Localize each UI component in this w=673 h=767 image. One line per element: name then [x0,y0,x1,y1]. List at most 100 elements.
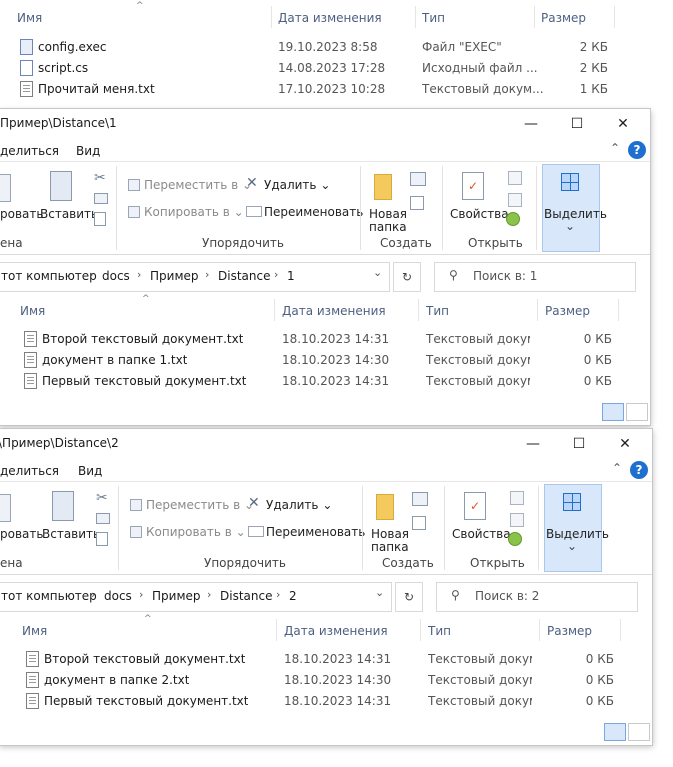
select-button[interactable]: Выделить ⌄ [542,164,607,252]
breadcrumb-computer[interactable]: тот компьютер [1,269,97,283]
copy-to-button[interactable]: Копировать в ⌄ [146,525,246,539]
file-row[interactable]: Второй текстовый документ.txt 18.10.2023… [0,648,652,669]
breadcrumb-docs[interactable]: docs [102,269,130,283]
collapse-ribbon-icon[interactable]: ⌃ [610,141,620,155]
paste-shortcut-icon[interactable] [96,532,108,546]
collapse-ribbon-icon[interactable]: ⌃ [612,461,622,475]
chevron-right-icon[interactable]: › [139,588,143,601]
breadcrumb-primer[interactable]: Пример [152,589,201,603]
paste-button[interactable]: Вставить [40,207,98,221]
new-item-icon[interactable] [410,172,426,186]
copy-button[interactable]: ровать [0,207,43,221]
file-row[interactable]: Прочитай меня.txt 17.10.2023 10:28 Текст… [0,78,673,99]
column-header-name[interactable]: Имя [17,11,42,25]
chevron-right-icon[interactable]: › [137,268,141,281]
chevron-right-icon[interactable]: › [274,268,278,281]
properties-button[interactable]: Свойства [450,207,509,221]
cut-icon[interactable]: ✂ [96,490,108,506]
column-header-type[interactable]: Тип [426,304,449,318]
address-bar[interactable]: тот компьютер › docs › Пример › Distance… [0,582,392,612]
file-row[interactable]: Второй текстовый документ.txt 18.10.2023… [0,328,650,349]
properties-button[interactable]: Свойства [452,527,511,541]
move-to-button[interactable]: Переместить в ⌄ [146,498,254,512]
column-header-date[interactable]: Дата изменения [278,11,382,25]
open-icon[interactable] [510,491,524,505]
details-view-button[interactable] [602,403,624,421]
breadcrumb-current-folder[interactable]: 2 [289,589,297,603]
history-icon[interactable] [506,212,520,226]
chevron-right-icon[interactable]: › [207,588,211,601]
maximize-button[interactable]: ☐ [554,109,600,139]
file-row[interactable]: документ в папке 1.txt 18.10.2023 14:30 … [0,349,650,370]
refresh-button[interactable]: ↻ [393,262,421,292]
delete-button[interactable]: Удалить ⌄ [266,498,332,512]
copy-to-button[interactable]: Копировать в ⌄ [144,205,244,219]
rename-button[interactable]: Переименовать [266,525,365,539]
breadcrumb-docs[interactable]: docs [104,589,132,603]
easy-access-icon[interactable] [410,196,424,210]
column-header-date[interactable]: Дата изменения [282,304,386,318]
file-row[interactable]: документ в папке 2.txt 18.10.2023 14:30 … [0,669,652,690]
chevron-right-icon[interactable]: › [205,268,209,281]
search-box[interactable]: ⚲ Поиск в: 2 [436,582,638,612]
new-folder-button[interactable]: Новая [369,207,407,221]
address-bar[interactable]: тот компьютер › docs › Пример › Distance… [0,262,390,292]
easy-access-icon[interactable] [412,516,426,530]
breadcrumb-distance[interactable]: Distance [220,589,272,603]
title-bar[interactable]: Пример\Distance\1 — ☐ ✕ [0,109,650,139]
new-item-icon[interactable] [412,492,428,506]
chevron-right-icon[interactable]: › [89,268,93,281]
paste-shortcut-icon[interactable] [94,212,106,226]
column-header-name[interactable]: Имя [20,304,45,318]
refresh-button[interactable]: ↻ [395,582,423,612]
minimize-button[interactable]: — [510,429,556,459]
new-folder-button[interactable]: Новая [371,527,409,541]
address-dropdown-icon[interactable]: ⌄ [373,266,382,279]
copy-button[interactable]: ровать [0,527,43,541]
details-view-button[interactable] [604,723,626,741]
cut-icon[interactable]: ✂ [94,170,106,186]
file-row[interactable]: Первый текстовый документ.txt 18.10.2023… [0,370,650,391]
breadcrumb-primer[interactable]: Пример [150,269,199,283]
column-header-size[interactable]: Размер [547,624,592,638]
new-folder-button-line2[interactable]: папка [371,540,409,554]
column-header-type[interactable]: Тип [422,11,445,25]
large-icons-view-button[interactable] [628,723,650,741]
history-icon[interactable] [508,532,522,546]
edit-icon[interactable] [510,513,524,527]
breadcrumb-current-folder[interactable]: 1 [287,269,295,283]
file-row[interactable]: Первый текстовый документ.txt 18.10.2023… [0,690,652,711]
breadcrumb-computer[interactable]: тот компьютер [1,589,97,603]
close-button[interactable]: ✕ [602,429,648,459]
chevron-right-icon[interactable]: › [276,588,280,601]
column-header-name[interactable]: Имя [22,624,47,638]
minimize-button[interactable]: — [508,109,554,139]
column-header-date[interactable]: Дата изменения [284,624,388,638]
copy-icon[interactable] [94,193,108,204]
file-row[interactable]: config.exec 19.10.2023 8:58 Файл "EXEC" … [0,36,673,57]
search-box[interactable]: ⚲ Поиск в: 1 [434,262,636,292]
rename-button[interactable]: Переименовать [264,205,363,219]
help-icon[interactable]: ? [628,141,646,159]
copy-icon[interactable] [96,513,110,524]
menu-view[interactable]: Вид [78,464,102,478]
file-row[interactable]: script.cs 14.08.2023 17:28 Исходный файл… [0,57,673,78]
column-header-type[interactable]: Тип [428,624,451,638]
column-header-size[interactable]: Размер [541,11,586,25]
help-icon[interactable]: ? [630,461,648,479]
select-button[interactable]: Выделить ⌄ [544,484,609,572]
column-header-size[interactable]: Размер [545,304,590,318]
menu-share[interactable]: делиться [0,144,59,158]
menu-share[interactable]: делиться [0,464,59,478]
edit-icon[interactable] [508,193,522,207]
large-icons-view-button[interactable] [626,403,648,421]
address-dropdown-icon[interactable]: ⌄ [375,586,384,599]
chevron-right-icon[interactable]: › [91,588,95,601]
open-icon[interactable] [508,171,522,185]
title-bar[interactable]: \Пример\Distance\2 — ☐ ✕ [0,429,652,459]
paste-button[interactable]: Вставить [42,527,100,541]
breadcrumb-distance[interactable]: Distance [218,269,270,283]
move-to-button[interactable]: Переместить в ⌄ [144,178,252,192]
delete-button[interactable]: Удалить ⌄ [264,178,330,192]
new-folder-button-line2[interactable]: папка [369,220,407,234]
